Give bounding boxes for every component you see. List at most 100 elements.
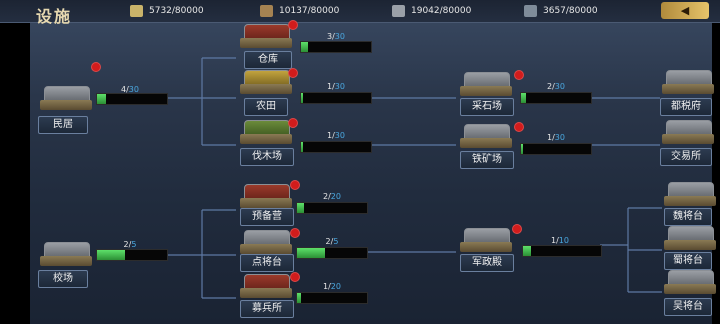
upgrade-alert-badge	[288, 68, 298, 78]
level-text-yubei: 2/20	[323, 192, 341, 201]
level-current: 2	[123, 240, 129, 249]
level-max: 30	[334, 32, 345, 41]
building-jiaoyi[interactable]	[658, 118, 718, 148]
building-nongtian[interactable]	[236, 68, 296, 98]
level-max: 5	[131, 240, 137, 249]
resource-value: 5732/80000	[149, 6, 204, 16]
level-max: 30	[554, 133, 565, 142]
building-label-tiekuang[interactable]: 铁矿场	[460, 151, 514, 169]
building-label-wu[interactable]: 吴将台	[664, 298, 712, 316]
building-base	[240, 244, 292, 254]
level-current: 3	[327, 32, 333, 41]
building-label-dushui[interactable]: 都税府	[660, 98, 712, 116]
building-base	[664, 196, 716, 206]
building-famu[interactable]	[236, 118, 296, 148]
level-current: 1	[547, 133, 553, 142]
facilities-screen: 设施 5732/80000 10137/80000 19042/80000 36…	[0, 0, 720, 324]
building-base	[240, 38, 292, 48]
upgrade-alert-badge	[512, 224, 522, 234]
building-label-jiaochang[interactable]: 校场	[38, 270, 88, 288]
level-max: 20	[330, 192, 341, 201]
building-dushui[interactable]	[658, 68, 718, 98]
building-label-dianjiang[interactable]: 点将台	[240, 254, 294, 272]
upgrade-alert-badge	[288, 20, 298, 30]
building-base	[460, 86, 512, 96]
building-mubing[interactable]	[236, 272, 296, 302]
building-label-mubing[interactable]: 募兵所	[240, 300, 294, 318]
building-cangku[interactable]	[236, 22, 296, 52]
building-minju[interactable]	[36, 84, 96, 114]
building-jiaochang[interactable]	[36, 240, 96, 270]
building-label-junzheng[interactable]: 军政殿	[460, 254, 514, 272]
resource-value: 10137/80000	[279, 6, 340, 16]
progress-bar-junzheng	[522, 245, 602, 257]
level-text-junzheng: 1/10	[551, 236, 569, 245]
top-bar: 设施 5732/80000 10137/80000 19042/80000 36…	[0, 0, 720, 26]
building-label-cangku[interactable]: 仓库	[244, 51, 292, 69]
level-text-famu: 1/30	[327, 131, 345, 140]
building-base	[40, 100, 92, 110]
progress-fill	[297, 203, 304, 213]
progress-fill	[523, 246, 531, 256]
building-base	[460, 242, 512, 252]
back-arrow-icon: ◀	[680, 4, 690, 17]
level-text-mubing: 1/20	[323, 282, 341, 291]
building-label-famu[interactable]: 伐木场	[240, 148, 294, 166]
building-caishi[interactable]	[456, 70, 516, 100]
resource-iron: 3657/80000	[524, 4, 598, 18]
progress-bar-cangku	[300, 41, 372, 53]
wood-icon	[260, 5, 273, 17]
progress-fill	[97, 94, 107, 104]
building-tiekuang[interactable]	[456, 122, 516, 152]
progress-bar-tiekuang	[520, 143, 592, 155]
upgrade-alert-badge	[514, 122, 524, 132]
building-shu[interactable]	[660, 224, 720, 254]
building-base	[40, 256, 92, 266]
building-junzheng[interactable]	[456, 226, 516, 256]
resource-wood: 10137/80000	[260, 4, 339, 18]
building-base	[664, 284, 716, 294]
progress-fill	[301, 93, 304, 103]
resource-value: 3657/80000	[543, 6, 598, 16]
building-wu[interactable]	[660, 268, 720, 298]
building-label-nongtian[interactable]: 农田	[244, 98, 288, 116]
grain-icon	[130, 5, 143, 17]
building-label-yubei[interactable]: 预备营	[240, 208, 294, 226]
progress-fill	[521, 93, 526, 103]
progress-bar-yubei	[296, 202, 368, 214]
level-text-caishi: 2/30	[547, 82, 565, 91]
level-max: 20	[330, 282, 341, 291]
resource-grain: 5732/80000	[130, 4, 204, 18]
upgrade-alert-badge	[290, 228, 300, 238]
level-current: 1	[327, 131, 333, 140]
progress-fill	[301, 142, 304, 152]
progress-bar-famu	[300, 141, 372, 153]
level-max: 10	[558, 236, 569, 245]
building-base	[662, 134, 714, 144]
building-wei[interactable]	[660, 180, 720, 210]
building-base	[664, 240, 716, 250]
level-current: 2	[325, 237, 331, 246]
building-label-jiaoyi[interactable]: 交易所	[660, 148, 712, 166]
progress-bar-caishi	[520, 92, 592, 104]
building-label-caishi[interactable]: 采石场	[460, 98, 514, 116]
back-button[interactable]: ◀	[661, 2, 709, 19]
level-current: 2	[547, 82, 553, 91]
building-base	[460, 138, 512, 148]
building-base	[240, 84, 292, 94]
level-current: 1	[327, 82, 333, 91]
progress-fill	[301, 42, 308, 52]
upgrade-alert-badge	[91, 62, 101, 72]
progress-bar-nongtian	[300, 92, 372, 104]
stone-icon	[392, 5, 405, 17]
progress-fill	[97, 250, 125, 260]
progress-fill	[521, 144, 524, 154]
building-label-minju[interactable]: 民居	[38, 116, 88, 134]
level-current: 2	[323, 192, 329, 201]
level-current: 1	[551, 236, 557, 245]
progress-bar-jiaochang	[96, 249, 168, 261]
progress-bar-minju	[96, 93, 168, 105]
level-max: 5	[333, 237, 339, 246]
progress-bar-dianjiang	[296, 247, 368, 259]
progress-fill	[297, 248, 325, 258]
